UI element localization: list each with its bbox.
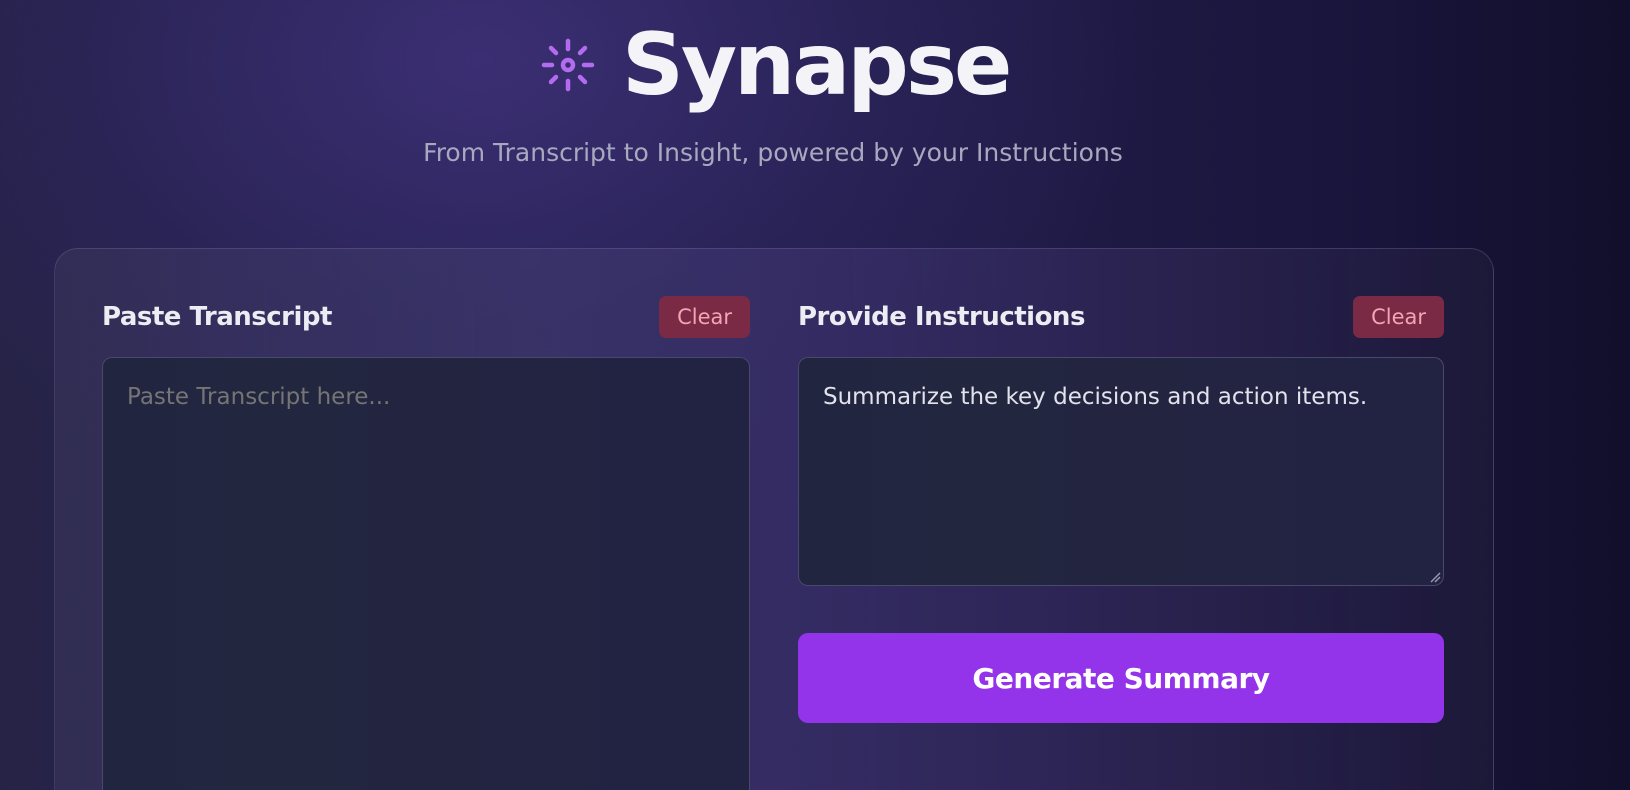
instructions-panel-header: Provide Instructions Clear	[798, 295, 1444, 339]
page-header: Synapse From Transcript to Insight, powe…	[0, 0, 1630, 200]
instructions-field-wrapper	[798, 357, 1444, 586]
clear-instructions-button[interactable]: Clear	[1353, 296, 1444, 338]
instructions-panel-title: Provide Instructions	[798, 302, 1085, 332]
transcript-panel-title: Paste Transcript	[102, 302, 332, 332]
app-subtitle: From Transcript to Insight, powered by y…	[423, 138, 1123, 167]
resize-handle-icon[interactable]	[1429, 571, 1441, 583]
generate-summary-button[interactable]: Generate Summary	[798, 633, 1444, 723]
transcript-input[interactable]	[102, 357, 750, 790]
transcript-panel-header: Paste Transcript Clear	[102, 295, 750, 339]
brand: Synapse	[540, 15, 1012, 115]
instructions-input[interactable]	[798, 357, 1444, 586]
app-title: Synapse	[622, 15, 1012, 115]
sparkle-sun-icon	[541, 38, 595, 92]
clear-transcript-button[interactable]: Clear	[659, 296, 750, 338]
